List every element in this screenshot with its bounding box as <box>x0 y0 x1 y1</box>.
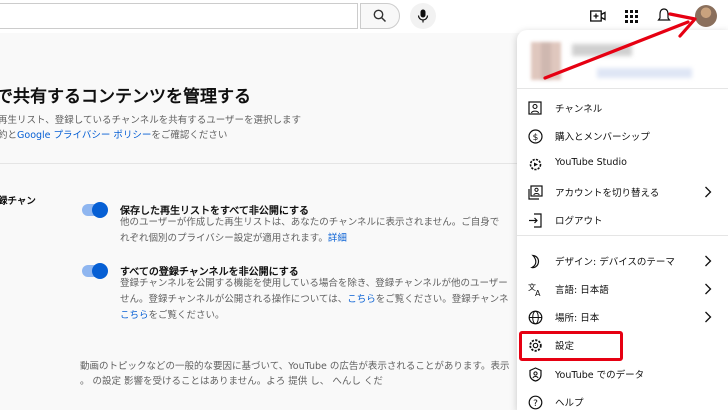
annotation-arrow <box>543 12 697 80</box>
